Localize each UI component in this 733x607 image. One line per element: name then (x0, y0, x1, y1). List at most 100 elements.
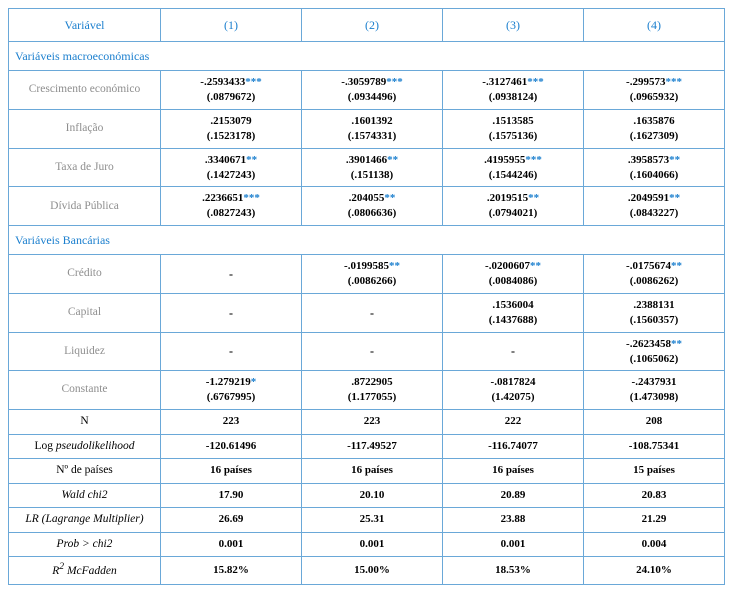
cell-r2-3: 18.53% (443, 557, 584, 584)
header-row: Variável (1) (2) (3) (4) (9, 9, 725, 42)
header-col-3: (3) (443, 9, 584, 42)
row-interest: Taxa de Juro .3340671**(.1427243) .39014… (9, 148, 725, 187)
cell-interest-4: .3958573**(.1604066) (584, 148, 725, 187)
row-logpl-label: Log pseudolikelihood (9, 434, 161, 459)
cell-lr-4: 21.29 (584, 508, 725, 533)
regression-table: Variável (1) (2) (3) (4) Variáveis macro… (8, 8, 725, 585)
header-col-1: (1) (161, 9, 302, 42)
row-constant: Constante -1.279219*(.6767995) .8722905(… (9, 371, 725, 410)
row-lr-label: LR (Lagrange Multiplier) (9, 508, 161, 533)
cell-countries-2: 16 países (302, 459, 443, 484)
cell-credit-3: -.0200607**(.0084086) (443, 255, 584, 294)
row-debt-label: Dívida Pública (9, 187, 161, 226)
cell-countries-3: 16 países (443, 459, 584, 484)
cell-lr-1: 26.69 (161, 508, 302, 533)
cell-countries-4: 15 países (584, 459, 725, 484)
cell-inflation-2: .1601392(.1574331) (302, 110, 443, 149)
row-N: N 223 223 222 208 (9, 410, 725, 435)
cell-credit-4: -.0175674**(.0086262) (584, 255, 725, 294)
cell-credit-1: - (161, 255, 302, 294)
row-debt: Dívida Pública .2236651***(.0827243) .20… (9, 187, 725, 226)
cell-liquidity-2: - (302, 332, 443, 371)
cell-debt-2: .204055**(.0806636) (302, 187, 443, 226)
header-variable: Variável (9, 9, 161, 42)
row-credit: Crédito - -.0199585**(.0086266) -.020060… (9, 255, 725, 294)
row-lr: LR (Lagrange Multiplier) 26.69 25.31 23.… (9, 508, 725, 533)
cell-liquidity-1: - (161, 332, 302, 371)
cell-N-4: 208 (584, 410, 725, 435)
cell-inflation-4: .1635876(.1627309) (584, 110, 725, 149)
row-liquidity-label: Liquidez (9, 332, 161, 371)
cell-growth-3: -.3127461***(.0938124) (443, 71, 584, 110)
cell-logpl-1: -120.61496 (161, 434, 302, 459)
row-r2: R2 McFadden 15.82% 15.00% 18.53% 24.10% (9, 557, 725, 584)
cell-wald-3: 20.89 (443, 483, 584, 508)
cell-capital-1: - (161, 294, 302, 333)
cell-logpl-2: -117.49527 (302, 434, 443, 459)
row-interest-label: Taxa de Juro (9, 148, 161, 187)
cell-constant-3: -.0817824(1.42075) (443, 371, 584, 410)
cell-debt-3: .2019515**(.0794021) (443, 187, 584, 226)
section-bank-label: Variáveis Bancárias (9, 226, 725, 255)
row-capital: Capital - - .1536004(.1437688) .2388131(… (9, 294, 725, 333)
cell-inflation-3: .1513585(.1575136) (443, 110, 584, 149)
row-prob-label: Prob > chi2 (9, 532, 161, 557)
cell-logpl-4: -108.75341 (584, 434, 725, 459)
cell-wald-1: 17.90 (161, 483, 302, 508)
cell-prob-2: 0.001 (302, 532, 443, 557)
cell-capital-2: - (302, 294, 443, 333)
cell-N-2: 223 (302, 410, 443, 435)
cell-credit-2: -.0199585**(.0086266) (302, 255, 443, 294)
row-N-label: N (9, 410, 161, 435)
cell-interest-3: .4195955***(.1544246) (443, 148, 584, 187)
cell-debt-4: .2049591**(.0843227) (584, 187, 725, 226)
row-prob: Prob > chi2 0.001 0.001 0.001 0.004 (9, 532, 725, 557)
cell-r2-4: 24.10% (584, 557, 725, 584)
cell-N-1: 223 (161, 410, 302, 435)
cell-r2-2: 15.00% (302, 557, 443, 584)
row-wald-label: Wald chi2 (9, 483, 161, 508)
cell-growth-4: -.299573***(.0965932) (584, 71, 725, 110)
cell-capital-3: .1536004(.1437688) (443, 294, 584, 333)
row-inflation: Inflação .2153079(.1523178) .1601392(.15… (9, 110, 725, 149)
section-macro-label: Variáveis macroeconómicas (9, 42, 725, 71)
cell-debt-1: .2236651***(.0827243) (161, 187, 302, 226)
cell-constant-4: -.2437931(1.473098) (584, 371, 725, 410)
cell-inflation-1: .2153079(.1523178) (161, 110, 302, 149)
cell-countries-1: 16 países (161, 459, 302, 484)
cell-lr-3: 23.88 (443, 508, 584, 533)
cell-prob-1: 0.001 (161, 532, 302, 557)
cell-growth-1: -.2593433***(.0879672) (161, 71, 302, 110)
cell-constant-1: -1.279219*(.6767995) (161, 371, 302, 410)
cell-interest-2: .3901466**(.151138) (302, 148, 443, 187)
section-bank: Variáveis Bancárias (9, 226, 725, 255)
row-capital-label: Capital (9, 294, 161, 333)
header-col-2: (2) (302, 9, 443, 42)
cell-liquidity-3: - (443, 332, 584, 371)
cell-constant-2: .8722905(1.177055) (302, 371, 443, 410)
cell-N-3: 222 (443, 410, 584, 435)
section-macro: Variáveis macroeconómicas (9, 42, 725, 71)
cell-capital-4: .2388131(.1560357) (584, 294, 725, 333)
row-inflation-label: Inflação (9, 110, 161, 149)
row-logpl: Log pseudolikelihood -120.61496 -117.495… (9, 434, 725, 459)
cell-wald-4: 20.83 (584, 483, 725, 508)
cell-prob-4: 0.004 (584, 532, 725, 557)
cell-lr-2: 25.31 (302, 508, 443, 533)
row-growth-label: Crescimento económico (9, 71, 161, 110)
row-growth: Crescimento económico -.2593433***(.0879… (9, 71, 725, 110)
row-countries: Nº de países 16 países 16 países 16 país… (9, 459, 725, 484)
row-countries-label: Nº de países (9, 459, 161, 484)
cell-logpl-3: -116.74077 (443, 434, 584, 459)
row-constant-label: Constante (9, 371, 161, 410)
row-credit-label: Crédito (9, 255, 161, 294)
cell-interest-1: .3340671**(.1427243) (161, 148, 302, 187)
cell-growth-2: -.3059789***(.0934496) (302, 71, 443, 110)
row-r2-label: R2 McFadden (9, 557, 161, 584)
row-liquidity: Liquidez - - - -.2623458**(.1065062) (9, 332, 725, 371)
header-col-4: (4) (584, 9, 725, 42)
row-wald: Wald chi2 17.90 20.10 20.89 20.83 (9, 483, 725, 508)
cell-wald-2: 20.10 (302, 483, 443, 508)
cell-liquidity-4: -.2623458**(.1065062) (584, 332, 725, 371)
cell-prob-3: 0.001 (443, 532, 584, 557)
